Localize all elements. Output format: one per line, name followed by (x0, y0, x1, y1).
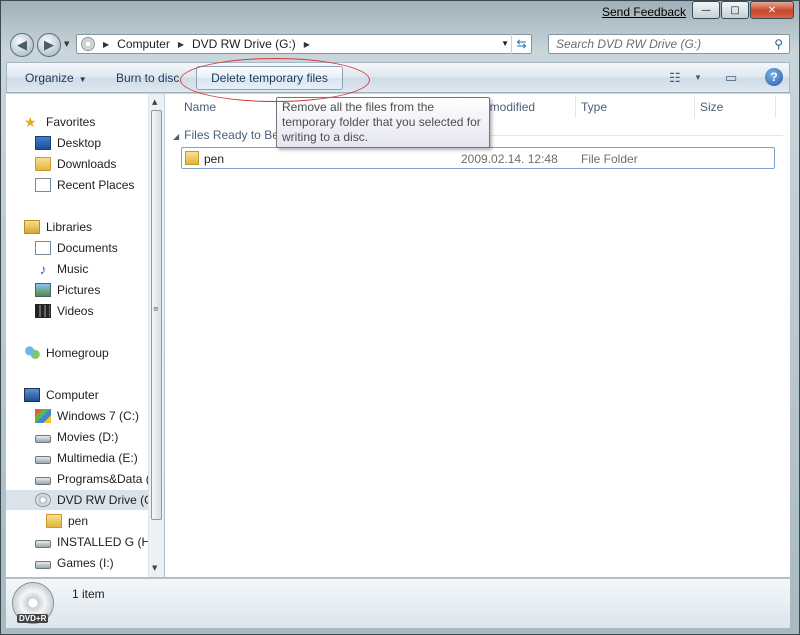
forward-arrow-icon: ▶ (44, 37, 54, 53)
column-header-size[interactable]: Size (700, 100, 723, 114)
column-divider[interactable] (775, 96, 776, 118)
downloads-folder-icon (35, 157, 51, 171)
scrollbar-thumb[interactable] (151, 110, 162, 520)
videos-icon (35, 304, 51, 318)
help-icon[interactable]: ? (765, 68, 783, 86)
nav-computer[interactable]: Computer (24, 385, 163, 405)
music-icon: ♪ (39, 261, 47, 277)
dvd-badge: DVD+R (17, 614, 49, 623)
delete-temporary-files-tooltip: Remove all the files from the temporary … (276, 97, 490, 148)
windows-drive-icon (35, 409, 51, 423)
refresh-icon[interactable]: ⇆ (511, 34, 531, 54)
nav-documents[interactable]: Documents (35, 238, 163, 258)
burn-to-disc-button[interactable]: Burn to disc (116, 71, 180, 85)
nav-pane-scrollbar[interactable]: ▲ ≡ ▼ (148, 94, 164, 577)
nav-drive-f[interactable]: Programs&Data ( (35, 469, 163, 489)
column-divider[interactable] (575, 96, 576, 118)
forward-button[interactable]: ▶ (37, 33, 61, 57)
hard-drive-icon (35, 560, 51, 569)
breadcrumb-arrow-icon[interactable]: ▶ (304, 40, 310, 49)
homegroup-icon (24, 346, 40, 360)
file-name: pen (204, 152, 225, 166)
star-icon: ★ (24, 114, 37, 130)
collapse-group-icon[interactable]: ◢ (173, 132, 179, 141)
nav-videos[interactable]: Videos (35, 301, 163, 321)
recent-pages-chevron-icon[interactable]: ▼ (64, 40, 69, 48)
nav-drive-c[interactable]: Windows 7 (C:) (35, 406, 163, 426)
search-placeholder: Search DVD RW Drive (G:) (556, 37, 702, 51)
pictures-icon (35, 283, 51, 297)
hard-drive-icon (35, 455, 51, 464)
file-row[interactable]: pen 2009.02.14. 12:48 File Folder (181, 147, 775, 169)
breadcrumb-arrow-icon[interactable]: ▶ (103, 40, 109, 49)
command-bar: Organize ▼ Burn to disc Delete temporary … (6, 62, 790, 93)
address-bar[interactable]: ▶ Computer ▶ DVD RW Drive (G:) ▶ ▼ ⇆ (76, 34, 532, 54)
preview-pane-icon[interactable]: ▭ (725, 70, 737, 86)
scroll-up-icon[interactable]: ▲ (152, 98, 157, 106)
nav-favorites[interactable]: ★ Favorites (24, 112, 163, 132)
nav-drive-d[interactable]: Movies (D:) (35, 427, 163, 447)
nav-drive-i[interactable]: Games (I:) (35, 553, 163, 573)
file-type: File Folder (581, 152, 638, 166)
folder-to-burn-icon (185, 151, 199, 165)
back-arrow-icon: ◀ (17, 37, 27, 53)
close-button[interactable]: ✕ (750, 1, 794, 19)
nav-libraries[interactable]: Libraries (24, 217, 163, 237)
navigation-pane: ★ Favorites Desktop Downloads Recent Plac… (6, 94, 164, 577)
dvd-drive-icon (35, 493, 51, 507)
file-date: 2009.02.14. 12:48 (461, 152, 558, 166)
search-input[interactable]: Search DVD RW Drive (G:) ⚲ (548, 34, 790, 54)
breadcrumb-dvd-drive[interactable]: DVD RW Drive (G:) (192, 37, 296, 51)
documents-icon (35, 241, 51, 255)
column-header-name[interactable]: Name (184, 100, 216, 114)
nav-homegroup[interactable]: Homegroup (24, 343, 163, 363)
search-icon[interactable]: ⚲ (774, 37, 783, 51)
caption-buttons: — □ ✕ (692, 1, 794, 19)
breadcrumb-computer[interactable]: Computer (117, 37, 170, 51)
hard-drive-icon (35, 539, 51, 548)
nav-pictures[interactable]: Pictures (35, 280, 163, 300)
folder-to-burn-icon (46, 514, 62, 528)
details-pane: DVD+R 1 item (6, 578, 790, 628)
item-count: 1 item (72, 587, 105, 601)
libraries-icon (24, 220, 40, 234)
breadcrumb-arrow-icon[interactable]: ▶ (178, 40, 184, 49)
view-options-chevron-icon[interactable]: ▼ (694, 73, 702, 82)
nav-pen-folder[interactable]: pen (46, 511, 163, 531)
change-view-icon[interactable]: ☷ (669, 70, 681, 86)
hard-drive-icon (35, 434, 51, 443)
send-feedback-link[interactable]: Send Feedback (602, 5, 686, 19)
address-dropdown-icon[interactable]: ▼ (501, 39, 509, 48)
column-divider[interactable] (694, 96, 695, 118)
delete-temporary-files-button[interactable]: Delete temporary files (196, 66, 343, 90)
recent-places-icon (35, 178, 51, 192)
nav-recent-places[interactable]: Recent Places (35, 175, 163, 195)
hard-drive-icon (35, 476, 51, 485)
chevron-down-icon: ▼ (78, 75, 87, 84)
back-button[interactable]: ◀ (10, 33, 34, 57)
column-header-type[interactable]: Type (581, 100, 607, 114)
scroll-down-icon[interactable]: ▼ (152, 564, 157, 572)
desktop-icon (35, 136, 51, 150)
nav-music[interactable]: ♪ Music (35, 259, 163, 279)
scrollbar-grip-icon: ≡ (153, 305, 159, 313)
nav-drive-g[interactable]: DVD RW Drive (G: (6, 490, 157, 510)
nav-drive-e[interactable]: Multimedia (E:) (35, 448, 163, 468)
maximize-button[interactable]: □ (721, 1, 749, 19)
nav-drive-h[interactable]: INSTALLED G (H: (35, 532, 163, 552)
organize-button[interactable]: Organize ▼ (25, 71, 87, 85)
dvd-drive-icon (81, 37, 95, 51)
minimize-button[interactable]: — (692, 1, 720, 19)
file-list: Name Date modified Type Size ◢ Files Read… (165, 94, 790, 577)
computer-icon (24, 388, 40, 402)
nav-desktop[interactable]: Desktop (35, 133, 163, 153)
nav-downloads[interactable]: Downloads (35, 154, 163, 174)
